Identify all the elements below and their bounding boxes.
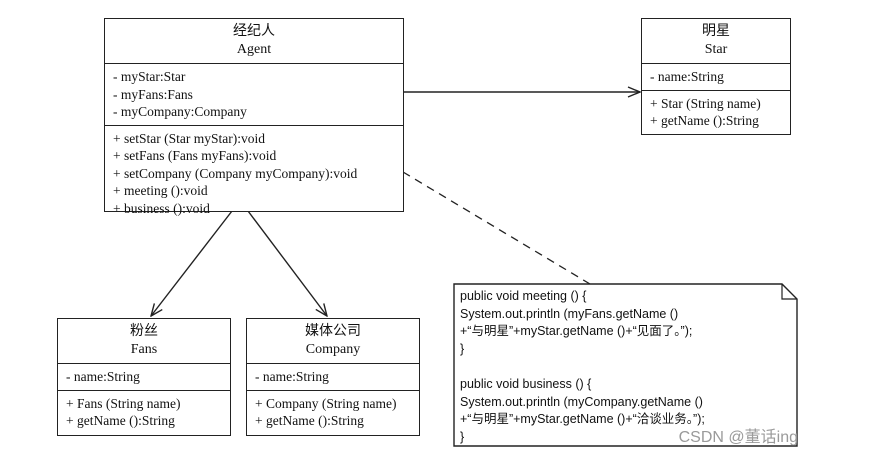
agent-method: + setFans (Fans myFans):void <box>113 148 277 163</box>
company-attribute: - name:String <box>255 369 329 384</box>
star-attribute: - name:String <box>650 69 724 84</box>
star-attributes: - name:String <box>642 64 790 90</box>
star-method: + getName ():String <box>650 113 759 128</box>
watermark: CSDN @董话ing <box>678 429 798 446</box>
agent-class: 经纪人 Agent - myStar:Star - myFans:Fans - … <box>104 18 404 216</box>
agent-title-cn: 经纪人 <box>233 24 275 39</box>
company-title-cn: 媒体公司 <box>305 324 361 339</box>
star-methods: + Star (String name) + getName ():String <box>642 89 790 134</box>
agent-attribute: - myFans:Fans <box>113 86 193 102</box>
agent-attributes: - myStar:Star - myFans:Fans - myCompany:… <box>105 64 403 125</box>
agent-method: + meeting ():void <box>113 183 208 198</box>
agent-title-en: Agent <box>236 42 272 57</box>
agent-to-company-association <box>247 210 327 316</box>
agent-to-fans-association <box>151 210 233 316</box>
fans-method: + Fans (String name) <box>66 395 181 411</box>
agent-attribute: - myStar:Star <box>113 69 186 84</box>
note-line: public void business () { <box>460 376 592 391</box>
fans-title-en: Fans <box>130 342 158 357</box>
star-method: + Star (String name) <box>650 95 761 111</box>
company-methods: + Company (String name) + getName ():Str… <box>247 389 419 434</box>
agent-method: + business ():void <box>113 200 210 216</box>
note-anchor-dashed-line <box>402 171 591 285</box>
fans-methods: + Fans (String name) + getName ():String <box>58 389 230 434</box>
agent-method: + setCompany (Company myCompany):void <box>113 165 358 181</box>
company-attributes: - name:String <box>247 364 419 390</box>
note-line: } <box>460 429 465 444</box>
fans-class: 粉丝 Fans - name:String + Fans (String nam… <box>57 318 231 436</box>
fans-class-header: 粉丝 Fans <box>58 319 230 364</box>
company-method: + Company (String name) <box>255 395 397 411</box>
star-title-en: Star <box>704 42 728 57</box>
fans-title-cn: 粉丝 <box>130 324 158 339</box>
agent-method: + setStar (Star myStar):void <box>113 130 265 146</box>
company-title-en: Company <box>305 342 361 357</box>
note-line: System.out.println (myFans.getName () <box>460 306 679 321</box>
star-class-header: 明星 Star <box>642 19 790 64</box>
agent-class-header: 经纪人 Agent <box>105 19 403 64</box>
note-code: public void meeting () { System.out.prin… <box>460 288 705 446</box>
fans-method: + getName ():String <box>66 413 175 428</box>
note-line <box>460 358 705 376</box>
star-class: 明星 Star - name:String + Star (String nam… <box>641 18 791 135</box>
fans-attributes: - name:String <box>58 364 230 390</box>
company-class: 媒体公司 Company - name:String + Company (St… <box>246 318 420 436</box>
company-method: + getName ():String <box>255 413 364 428</box>
note-line: +“与明星”+myStar.getName ()+“见面了。”); <box>460 324 693 339</box>
star-title-cn: 明星 <box>702 24 730 39</box>
company-class-header: 媒体公司 Company <box>247 319 419 364</box>
fans-attribute: - name:String <box>66 369 140 384</box>
agent-methods: + setStar (Star myStar):void + setFans (… <box>105 124 403 222</box>
note-line: System.out.println (myCompany.getName () <box>460 394 703 409</box>
note-line: } <box>460 341 465 356</box>
note-line: +“与明星”+myStar.getName ()+“洽谈业务。”); <box>460 412 705 427</box>
note-line: public void meeting () { <box>460 289 587 303</box>
agent-attribute: - myCompany:Company <box>113 104 247 119</box>
